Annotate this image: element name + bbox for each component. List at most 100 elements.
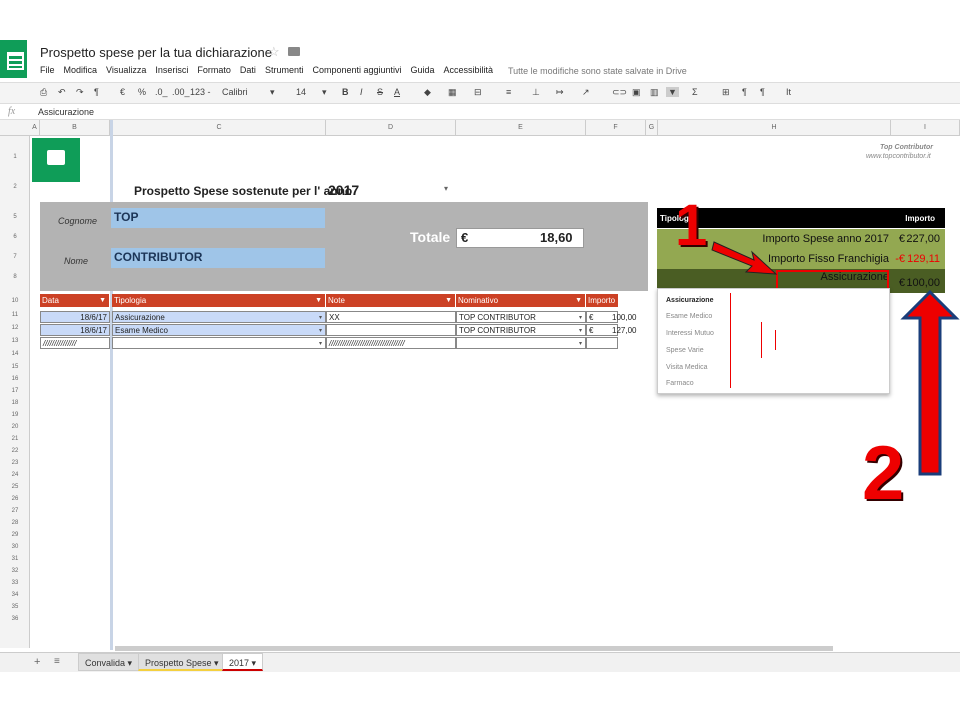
row-num[interactable]: 26 bbox=[0, 496, 30, 502]
col-b[interactable]: B bbox=[40, 120, 110, 136]
input-tools-icon[interactable]: ⊞ bbox=[722, 87, 730, 98]
chevron-down-icon[interactable]: ▾ bbox=[579, 312, 582, 322]
paint-format-icon[interactable]: ¶ bbox=[94, 87, 99, 97]
sheets-logo[interactable] bbox=[0, 40, 27, 78]
menu-guida[interactable]: Guida bbox=[411, 65, 435, 75]
italic-icon[interactable]: I bbox=[360, 87, 363, 97]
chevron-down-icon[interactable]: ▾ bbox=[319, 325, 322, 335]
functions-icon[interactable]: Σ bbox=[692, 87, 698, 97]
year-cell[interactable]: 2017 bbox=[328, 182, 359, 198]
table-header-data[interactable]: Data ▼ bbox=[40, 294, 110, 307]
menu-modifica[interactable]: Modifica bbox=[64, 65, 98, 75]
row-num[interactable]: 18 bbox=[0, 400, 30, 406]
row-num[interactable]: 23 bbox=[0, 460, 30, 466]
font-select[interactable]: Calibri bbox=[222, 87, 248, 97]
bold-icon[interactable]: B bbox=[342, 87, 349, 97]
col-e[interactable]: E bbox=[456, 120, 586, 136]
chevron-down-icon[interactable]: ▾ bbox=[319, 312, 322, 322]
chevron-down-icon[interactable]: ▾ bbox=[579, 325, 582, 335]
fill-color-icon[interactable]: ◆ bbox=[424, 87, 431, 98]
rtl-icon[interactable]: ¶ bbox=[742, 87, 747, 97]
menu-file[interactable]: File bbox=[40, 65, 55, 75]
row-num[interactable]: 16 bbox=[0, 376, 30, 382]
row-num[interactable]: 14 bbox=[0, 351, 30, 357]
menu-inserisci[interactable]: Inserisci bbox=[155, 65, 188, 75]
row-num[interactable]: 33 bbox=[0, 580, 30, 586]
row-num[interactable]: 7 bbox=[0, 254, 30, 260]
percent-button[interactable]: % bbox=[138, 87, 146, 97]
document-title[interactable]: Prospetto spese per la tua dichiarazione bbox=[40, 45, 272, 60]
align-vertical-icon[interactable]: ⊥ bbox=[532, 87, 540, 98]
redo-icon[interactable]: ↷ bbox=[76, 87, 84, 98]
row-num[interactable]: 2 bbox=[0, 184, 30, 190]
menu-componenti[interactable]: Componenti aggiuntivi bbox=[312, 65, 401, 75]
tab-prospetto-spese[interactable]: Prospetto Spese ▾ bbox=[138, 653, 226, 671]
chevron-down-icon[interactable]: ▾ bbox=[270, 87, 275, 98]
row-num[interactable]: 11 bbox=[0, 312, 30, 318]
dropdown-option[interactable]: Farmaco bbox=[666, 380, 694, 387]
filter-icon[interactable]: ▼ bbox=[445, 294, 452, 307]
cell-data[interactable]: 18/6/17 bbox=[40, 324, 110, 336]
chevron-down-icon[interactable]: ▾ bbox=[319, 338, 322, 348]
menu-visualizza[interactable]: Visualizza bbox=[106, 65, 146, 75]
row-num[interactable]: 27 bbox=[0, 508, 30, 514]
align-horizontal-icon[interactable]: ≡ bbox=[506, 87, 511, 97]
table-header-importo[interactable]: Importo bbox=[586, 294, 618, 307]
chevron-down-icon[interactable]: ▾ bbox=[322, 87, 327, 98]
cell-note[interactable] bbox=[326, 324, 456, 336]
row-num[interactable]: 13 bbox=[0, 338, 30, 344]
currency-button[interactable]: € bbox=[120, 87, 125, 97]
dropdown-option[interactable]: Esame Medico bbox=[666, 313, 712, 320]
row-num[interactable]: 35 bbox=[0, 604, 30, 610]
all-sheets-icon[interactable]: ≡ bbox=[54, 656, 60, 667]
filter-icon[interactable]: ▼ bbox=[99, 294, 106, 307]
cell-data[interactable]: /////////////// bbox=[40, 337, 110, 349]
formula-bar[interactable] bbox=[0, 104, 960, 120]
row-num[interactable]: 32 bbox=[0, 568, 30, 574]
cell-tipologia[interactable]: ▾ bbox=[112, 337, 326, 349]
row-num[interactable]: 29 bbox=[0, 532, 30, 538]
cell-data[interactable]: 18/6/17 bbox=[40, 311, 110, 323]
col-f[interactable]: F bbox=[586, 120, 646, 136]
dropdown-option[interactable]: Interessi Mutuo bbox=[666, 330, 714, 337]
font-size-select[interactable]: 14 bbox=[296, 87, 306, 97]
col-c[interactable]: C bbox=[113, 120, 326, 136]
row-num[interactable]: 34 bbox=[0, 592, 30, 598]
cell-tipologia[interactable]: Assicurazione ▾ bbox=[112, 311, 326, 323]
horizontal-scrollbar[interactable] bbox=[115, 646, 833, 651]
row-num[interactable]: 25 bbox=[0, 484, 30, 490]
row-num[interactable]: 22 bbox=[0, 448, 30, 454]
row-num[interactable]: 19 bbox=[0, 412, 30, 418]
dropdown-option[interactable]: Assicurazione bbox=[666, 297, 713, 304]
chevron-down-icon[interactable]: ▾ bbox=[444, 184, 448, 193]
cognome-field[interactable]: TOP bbox=[111, 208, 325, 228]
link-icon[interactable]: ⊂⊃ bbox=[612, 87, 627, 98]
text-direction-icon[interactable]: It bbox=[786, 87, 791, 97]
formula-value[interactable]: Assicurazione bbox=[38, 107, 94, 117]
comment-icon[interactable]: ▣ bbox=[632, 87, 641, 98]
cell-nominativo[interactable]: ▾ bbox=[456, 337, 586, 349]
ltr-icon[interactable]: ¶ bbox=[760, 87, 765, 97]
row-num[interactable]: 17 bbox=[0, 388, 30, 394]
col-d[interactable]: D bbox=[326, 120, 456, 136]
menu-accessibilita[interactable]: Accessibilità bbox=[444, 65, 494, 75]
row-num[interactable]: 36 bbox=[0, 616, 30, 622]
menu-formato[interactable]: Formato bbox=[197, 65, 231, 75]
text-color-icon[interactable]: A bbox=[394, 87, 400, 97]
table-header-note[interactable]: Note ▼ bbox=[326, 294, 456, 307]
cell-note[interactable]: ////////////////////////////////// bbox=[326, 337, 456, 349]
cell-note[interactable]: XX bbox=[326, 311, 456, 323]
row-num[interactable]: 20 bbox=[0, 424, 30, 430]
rotate-icon[interactable]: ↗ bbox=[582, 87, 590, 98]
dropdown-option[interactable]: Spese Varie bbox=[666, 347, 704, 354]
row-num[interactable]: 12 bbox=[0, 325, 30, 331]
table-header-tipologia[interactable]: Tipologia ▼ bbox=[112, 294, 326, 307]
tab-2017[interactable]: 2017 ▾ bbox=[222, 653, 264, 671]
row-num[interactable]: 1 bbox=[0, 154, 30, 160]
strikethrough-icon[interactable]: S bbox=[377, 87, 383, 97]
merge-icon[interactable]: ⊟ bbox=[474, 87, 482, 98]
decrease-decimal-button[interactable]: .0_ bbox=[155, 87, 168, 97]
col-i[interactable]: I bbox=[891, 120, 960, 136]
cell-importo[interactable] bbox=[586, 337, 618, 349]
format-button[interactable]: 123 - bbox=[190, 87, 211, 97]
